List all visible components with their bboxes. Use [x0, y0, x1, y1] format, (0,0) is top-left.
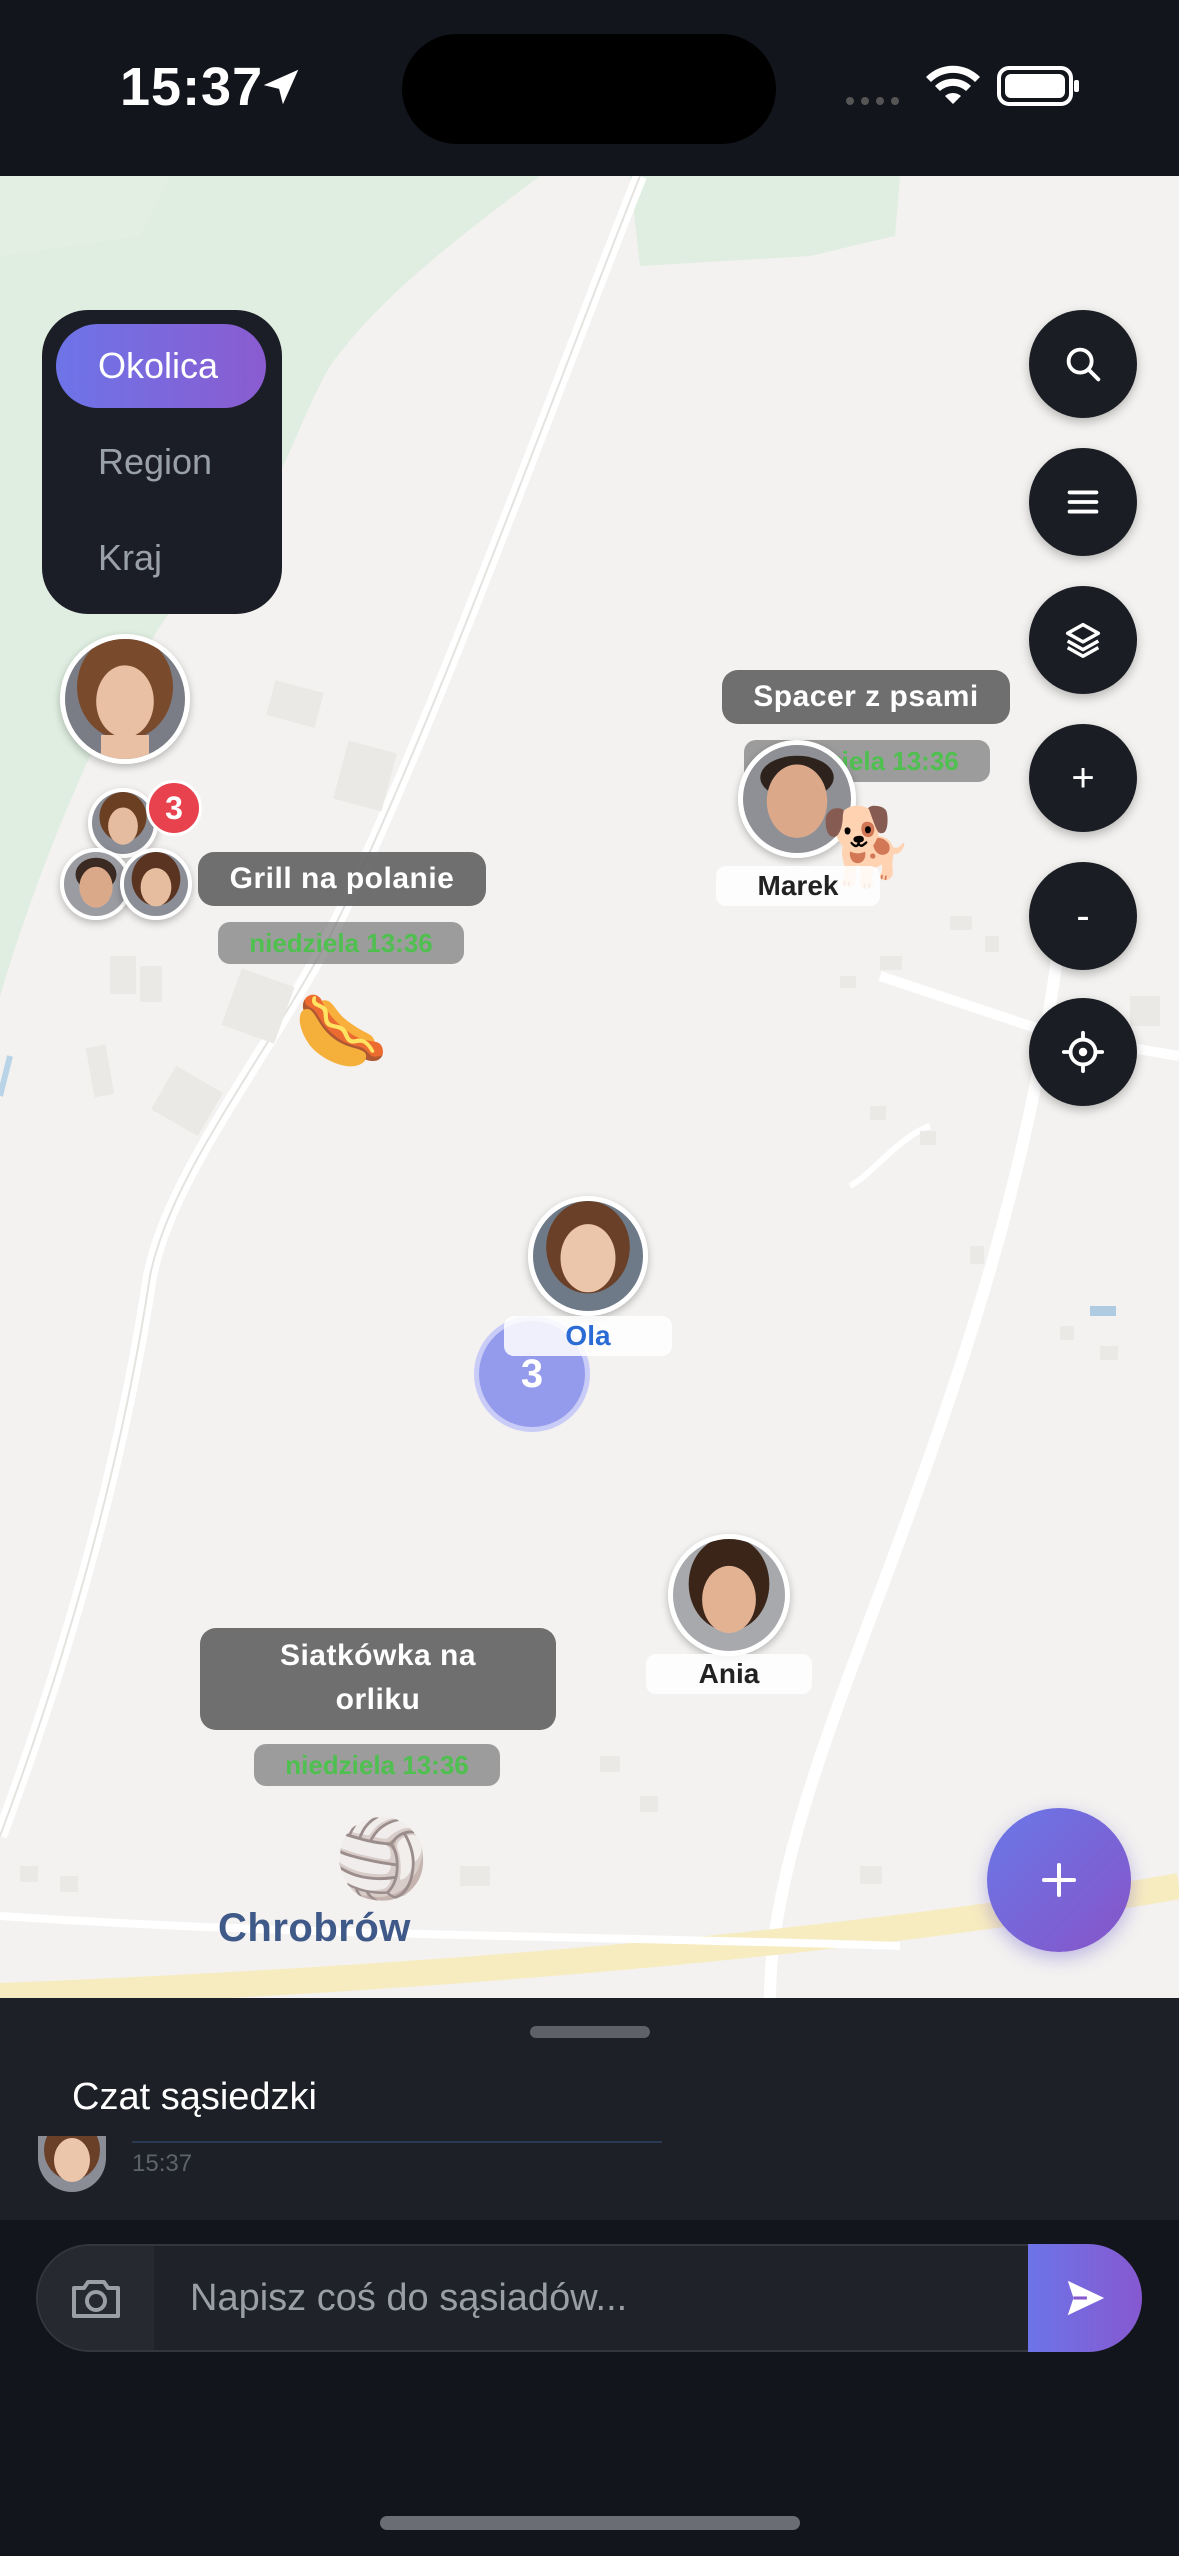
zoom-out-button[interactable]: -	[1029, 862, 1137, 970]
group-avatar-3[interactable]	[120, 848, 192, 920]
message-composer	[36, 2244, 1142, 2352]
add-event-button[interactable]	[987, 1808, 1131, 1952]
zoom-in-button[interactable]: +	[1029, 724, 1137, 832]
menu-button[interactable]	[1029, 448, 1137, 556]
zoom-out-label: -	[1076, 893, 1090, 938]
volleyball-icon[interactable]: 🏐	[334, 1814, 429, 1904]
hotdog-icon[interactable]: 🌭	[294, 986, 389, 1076]
chat-message-divider	[132, 2141, 662, 2143]
person-name-ania: Ania	[646, 1654, 812, 1694]
scope-tab-region[interactable]: Region	[56, 420, 266, 504]
user-avatar-marker[interactable]	[60, 634, 190, 764]
search-button[interactable]	[1029, 310, 1137, 418]
event-title-grill[interactable]: Grill na polanie	[198, 852, 486, 906]
locate-me-button[interactable]	[1029, 998, 1137, 1106]
search-icon	[1066, 347, 1101, 382]
home-indicator	[380, 2516, 800, 2530]
send-button[interactable]	[1028, 2244, 1142, 2352]
wifi-icon	[926, 65, 980, 104]
signal-dots-icon	[846, 97, 899, 105]
chat-message-time: 15:37	[132, 2150, 193, 2177]
group-count-badge: 3	[146, 780, 202, 836]
person-name-ola: Ola	[504, 1316, 672, 1356]
ania-avatar-marker[interactable]	[668, 1534, 790, 1656]
dynamic-island	[402, 34, 776, 144]
location-arrow-icon	[263, 69, 299, 105]
zoom-in-label: +	[1071, 755, 1095, 800]
event-time-grill: niedziela 13:36	[218, 922, 464, 964]
person-name-marek: Marek	[716, 866, 880, 906]
send-icon	[1067, 2280, 1105, 2316]
battery-icon	[997, 66, 1079, 106]
sheet-drag-handle[interactable]	[530, 2026, 650, 2038]
chat-message-avatar	[38, 2136, 106, 2192]
map-view[interactable]: Okolica Region Kraj + - 3 Grill na polan…	[0, 176, 1179, 1998]
menu-icon	[1067, 490, 1099, 514]
scope-tab-kraj[interactable]: Kraj	[56, 516, 266, 600]
ola-avatar-marker[interactable]	[528, 1196, 648, 1316]
message-input[interactable]	[154, 2246, 1064, 2350]
camera-icon	[72, 2280, 120, 2318]
status-bar: 15:37	[0, 0, 1179, 176]
layers-icon	[1065, 622, 1101, 659]
plus-icon	[1042, 1863, 1076, 1897]
neighbour-chat-sheet: Czat sąsiedzki 15:37	[0, 1998, 1179, 2220]
event-title-dog-walk[interactable]: Spacer z psami	[722, 670, 1010, 724]
layers-button[interactable]	[1029, 586, 1137, 694]
event-time-volleyball: niedziela 13:36	[254, 1744, 500, 1786]
event-title-volleyball[interactable]: Siatkówka na orliku	[200, 1628, 556, 1730]
scope-selector: Okolica Region Kraj	[42, 310, 282, 614]
place-label: Chrobrów	[218, 1906, 411, 1950]
scope-tab-okolica[interactable]: Okolica	[56, 324, 266, 408]
chat-title: Czat sąsiedzki	[72, 2076, 317, 2118]
status-time: 15:37	[120, 57, 264, 117]
crosshair-icon	[1061, 1030, 1105, 1074]
camera-button[interactable]	[38, 2246, 154, 2350]
